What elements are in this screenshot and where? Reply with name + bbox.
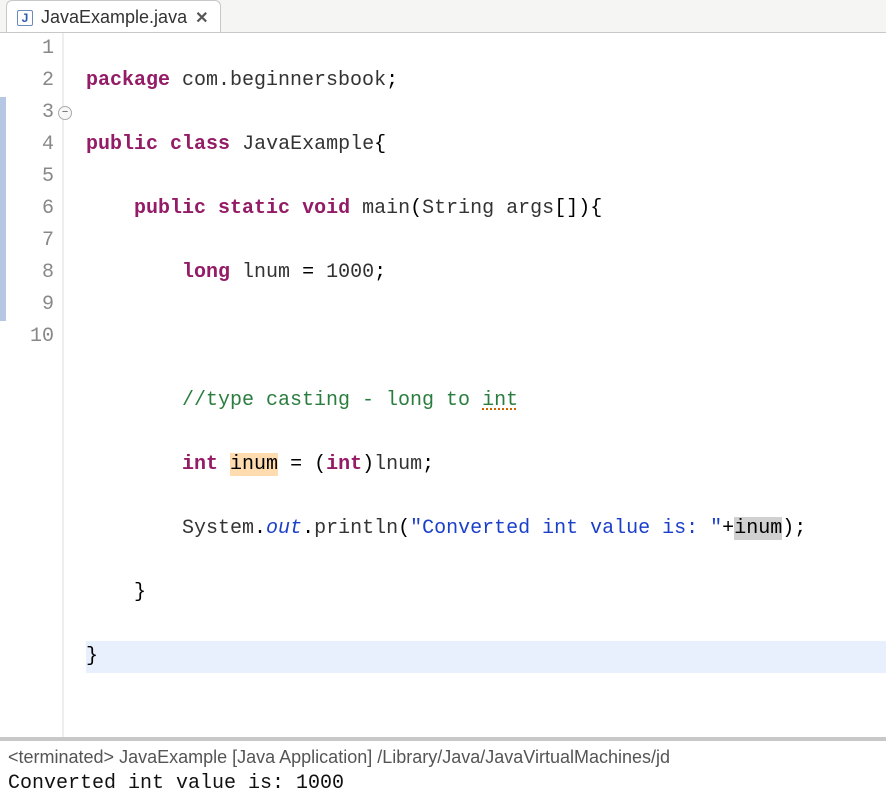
highlight-write: inum — [230, 453, 278, 476]
code-area[interactable]: package com.beginnersbook; public class … — [64, 33, 886, 737]
fold-toggle-icon[interactable]: − — [58, 106, 72, 120]
code-editor[interactable]: 1 2 3− 4 5 6 7 8 9 10 package com.beginn… — [0, 33, 886, 738]
line-number: 7 — [0, 225, 54, 257]
console-view: <terminated> JavaExample [Java Applicati… — [0, 741, 886, 799]
line-number: 2 — [0, 65, 54, 97]
highlight-read: inum — [734, 517, 782, 540]
line-number: 8 — [0, 257, 54, 289]
console-output: Converted int value is: 1000 — [8, 772, 878, 795]
line-number: 10 — [0, 321, 54, 353]
tab-title: JavaExample.java — [41, 7, 187, 28]
line-number: 9 — [0, 289, 54, 321]
line-number: 4 — [0, 129, 54, 161]
editor-tabbar: J JavaExample.java ✕ — [0, 0, 886, 33]
line-gutter: 1 2 3− 4 5 6 7 8 9 10 — [0, 33, 64, 737]
editor-tab-javaexample[interactable]: J JavaExample.java ✕ — [6, 0, 221, 32]
line-number: 3− — [0, 97, 54, 129]
line-number: 5 — [0, 161, 54, 193]
java-file-icon: J — [17, 10, 33, 26]
line-number: 6 — [0, 193, 54, 225]
console-status: <terminated> JavaExample [Java Applicati… — [8, 745, 878, 772]
spellcheck-underline: int — [482, 389, 518, 412]
line-number: 1 — [0, 33, 54, 65]
close-icon[interactable]: ✕ — [195, 8, 208, 28]
